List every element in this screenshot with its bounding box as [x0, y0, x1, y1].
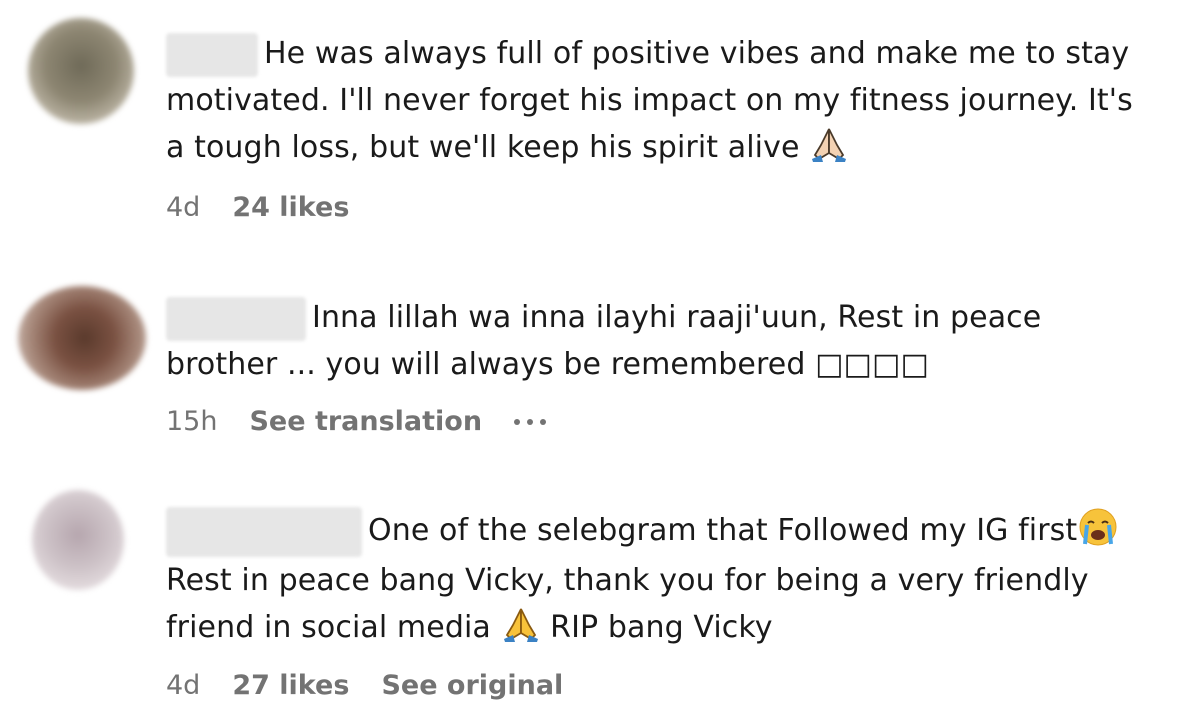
timestamp: 4d [166, 670, 201, 701]
comment-meta: 4d 24 likes [166, 191, 349, 225]
comment-text: Inna lillah wa inna ilayhi raaji'uun, Re… [166, 294, 1170, 388]
comment-meta: 15h See translation [166, 405, 547, 439]
avatar[interactable] [28, 18, 134, 124]
more-options-icon[interactable] [514, 419, 547, 425]
username-blurred[interactable] [166, 296, 306, 341]
comment-text: One of the selebgram that Followed my IG… [166, 506, 1170, 651]
username-blurred[interactable] [166, 32, 258, 77]
see-original-button[interactable]: See original [381, 669, 563, 703]
crying-face-icon [1079, 508, 1117, 546]
timestamp: 15h [166, 406, 218, 437]
likes-count[interactable]: 27 likes [232, 669, 349, 703]
missing-glyph-boxes: □□□□ [815, 347, 929, 382]
timestamp: 4d [166, 192, 201, 223]
likes-count[interactable]: 24 likes [232, 191, 349, 225]
folded-hands-icon [812, 128, 847, 162]
avatar[interactable] [18, 286, 146, 390]
see-translation-button[interactable]: See translation [249, 405, 482, 439]
comment-meta: 4d 27 likes See original [166, 669, 563, 703]
comment-text: He was always full of positive vibes and… [166, 30, 1170, 171]
username-blurred[interactable] [166, 506, 362, 557]
avatar[interactable] [32, 490, 124, 590]
folded-hands-icon [503, 608, 538, 642]
